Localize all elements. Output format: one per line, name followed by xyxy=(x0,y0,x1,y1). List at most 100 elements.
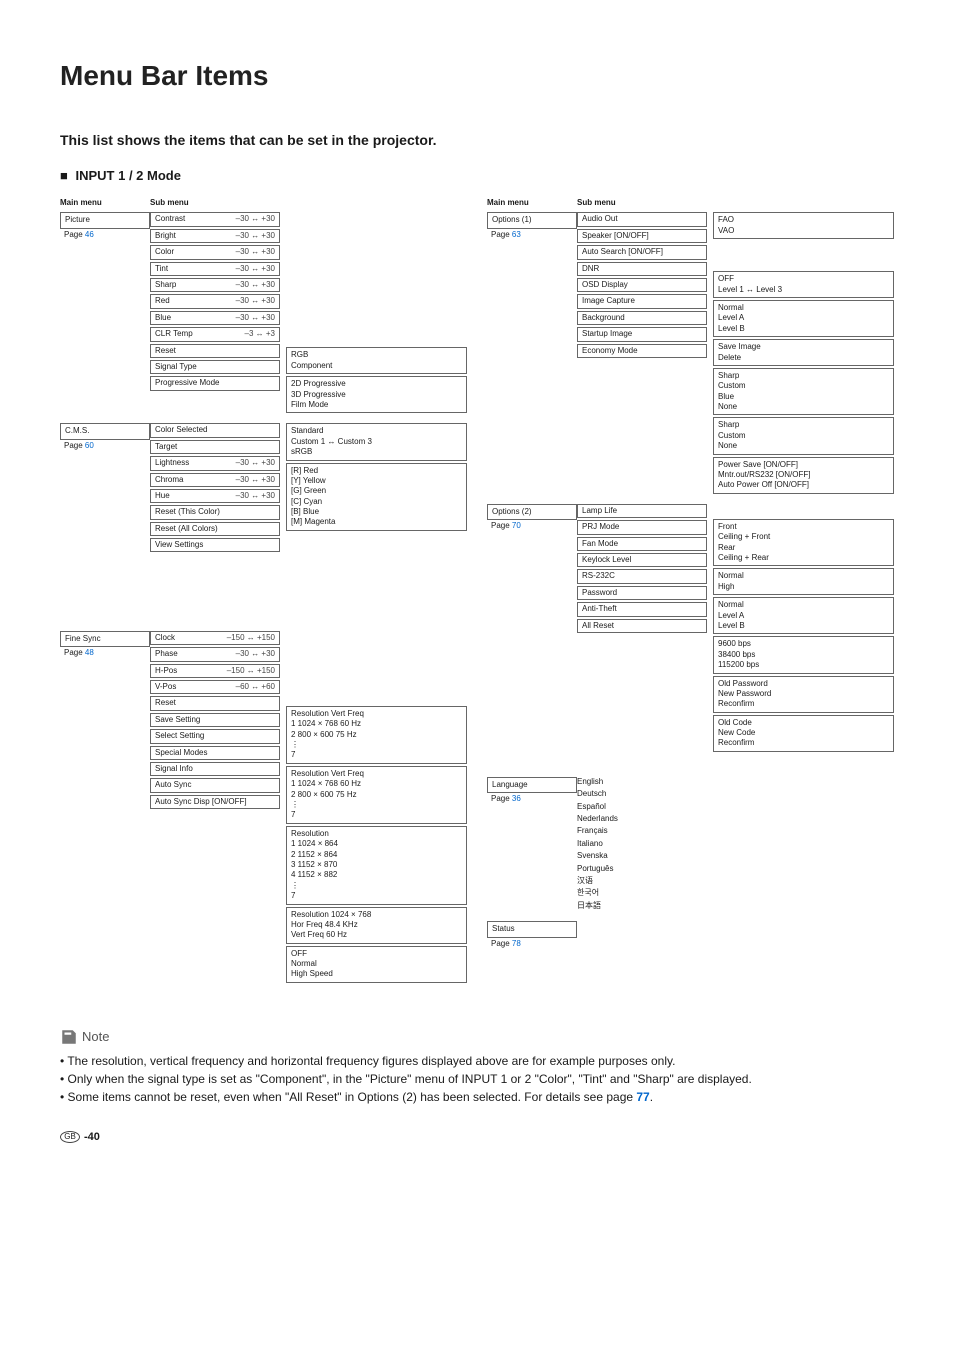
option-line: New Code xyxy=(718,728,889,738)
option-line: Reconfirm xyxy=(718,699,889,709)
option-line: [B] Blue xyxy=(291,507,462,517)
sub-item-label: OSD Display xyxy=(582,280,628,290)
options-block: Power Save [ON/OFF]Mntr.out/RS232 [ON/OF… xyxy=(713,457,894,494)
sub-menu-item: View Settings xyxy=(150,538,280,552)
option-line: 1 1024 × 768 60 Hz xyxy=(291,779,462,789)
option-line: 2D Progressive xyxy=(291,379,462,389)
option-line: Power Save [ON/OFF] xyxy=(718,460,889,470)
options-block: Save ImageDelete xyxy=(713,339,894,366)
sub-menu-item: Sharp–30 ↔ +30 xyxy=(150,278,280,292)
option-line: ⋮ xyxy=(291,881,462,891)
option-line: None xyxy=(718,402,889,412)
range-value: –30 ↔ +30 xyxy=(236,231,275,241)
sub-menu-item: All Reset xyxy=(577,619,707,633)
spacer xyxy=(286,593,467,606)
option-line: 9600 bps xyxy=(718,639,889,649)
option-line: Level A xyxy=(718,611,889,621)
option-line: Normal xyxy=(718,571,889,581)
option-line: 2 800 × 600 75 Hz xyxy=(291,730,462,740)
mode-heading: ■ INPUT 1 / 2 Mode xyxy=(60,168,894,183)
main-menu-label: Status xyxy=(487,921,577,937)
sub-menu-item: Image Capture xyxy=(577,294,707,308)
sub-item-label: Signal Type xyxy=(155,362,197,372)
option-line: Normal xyxy=(291,959,462,969)
options-block: Resolution 1024 × 768Hor Freq 48.4 KHzVe… xyxy=(286,907,467,944)
options-block: NormalLevel ALevel B xyxy=(713,300,894,337)
sub-menu-item: Audio Out xyxy=(577,212,707,226)
option-line: Resolution 1024 × 768 xyxy=(291,910,462,920)
page-link[interactable]: 77 xyxy=(636,1090,649,1104)
menu-section: PicturePage 46Contrast–30 ↔ +30Bright–30… xyxy=(60,212,467,413)
main-menu-box: Options (2)Page 70 xyxy=(487,504,577,532)
option-line: 1 1024 × 768 60 Hz xyxy=(291,719,462,729)
page-link[interactable]: 46 xyxy=(85,230,94,239)
option-line: Level 1 ↔ Level 3 xyxy=(718,285,889,295)
spacer xyxy=(713,504,894,517)
sub-item-label: Select Setting xyxy=(155,731,204,741)
option-line: ⋮ xyxy=(291,740,462,750)
sub-item-label: Fan Mode xyxy=(582,539,618,549)
intro-text: This list shows the items that can be se… xyxy=(60,132,894,148)
sub-item-label: Keylock Level xyxy=(582,555,631,565)
sub-menu-item: Auto Search [ON/OFF] xyxy=(577,245,707,259)
option-line: High xyxy=(718,582,889,592)
sub-menu-item: PRJ Mode xyxy=(577,520,707,534)
sub-menu-header: Sub menu xyxy=(150,198,280,208)
sub-item-label: Background xyxy=(582,313,625,323)
sub-menu-item: Lightness–30 ↔ +30 xyxy=(150,456,280,470)
gb-badge: GB xyxy=(60,1131,80,1143)
option-line: 38400 bps xyxy=(718,650,889,660)
sub-item-label: PRJ Mode xyxy=(582,522,619,532)
page-link[interactable]: 36 xyxy=(512,794,521,803)
sub-item-label: Lamp Life xyxy=(582,506,617,516)
sub-item-label: All Reset xyxy=(582,621,614,631)
page-link[interactable]: 78 xyxy=(512,939,521,948)
options-block: SharpCustomBlueNone xyxy=(713,368,894,416)
plain-option: Português xyxy=(577,864,707,874)
options-block: SharpCustomNone xyxy=(713,417,894,454)
options-block: Resolution Vert Freq1 1024 × 768 60 Hz2 … xyxy=(286,706,467,764)
sub-item-label: Hue xyxy=(155,491,170,501)
options-block: Resolution1 1024 × 8642 1152 × 8643 1152… xyxy=(286,826,467,905)
sub-menu-item: Select Setting xyxy=(150,729,280,743)
sub-item-label: Audio Out xyxy=(582,214,618,224)
sub-item-label: Chroma xyxy=(155,475,183,485)
page-number: -40 xyxy=(84,1131,100,1143)
option-line: Ceiling + Rear xyxy=(718,553,889,563)
sub-item-label: Speaker [ON/OFF] xyxy=(582,231,649,241)
sub-menu-item: Anti-Theft xyxy=(577,602,707,616)
spacer xyxy=(286,227,467,240)
sub-menu-item: Tint–30 ↔ +30 xyxy=(150,262,280,276)
option-line: Auto Power Off [ON/OFF] xyxy=(718,480,889,490)
main-menu-label: Picture xyxy=(60,212,150,228)
sub-menu-item: Special Modes xyxy=(150,746,280,760)
option-line: Normal xyxy=(718,303,889,313)
options-block: OFFNormalHigh Speed xyxy=(286,946,467,983)
options-block: StandardCustom 1 ↔ Custom 3sRGB xyxy=(286,423,467,460)
sub-item-label: Save Setting xyxy=(155,715,200,725)
sub-menu-item: Lamp Life xyxy=(577,504,707,518)
option-line: Custom 1 ↔ Custom 3 xyxy=(291,437,462,447)
sub-menu-item: Clock–150 ↔ +150 xyxy=(150,631,280,645)
options-block: NormalHigh xyxy=(713,568,894,595)
plain-option: Svenska xyxy=(577,851,707,861)
page-link[interactable]: 60 xyxy=(85,441,94,450)
page-link[interactable]: 48 xyxy=(85,648,94,657)
page-ref: Page 36 xyxy=(487,794,577,804)
page-link[interactable]: 70 xyxy=(512,521,521,530)
option-line: Resolution Vert Freq xyxy=(291,709,462,719)
page-link[interactable]: 63 xyxy=(512,230,521,239)
right-column-header: Main menu Sub menu xyxy=(487,198,894,208)
spacer xyxy=(286,646,467,659)
sub-menu-item: Fan Mode xyxy=(577,537,707,551)
sub-menu-item: Password xyxy=(577,586,707,600)
spacer xyxy=(713,241,894,254)
sub-menu-item: CLR Temp–3 ↔ +3 xyxy=(150,327,280,341)
range-value: –30 ↔ +30 xyxy=(236,458,275,468)
option-line: OFF xyxy=(291,949,462,959)
spacer xyxy=(286,563,467,576)
range-value: –30 ↔ +30 xyxy=(236,313,275,323)
option-line: RGB xyxy=(291,350,462,360)
sub-menu-item: Reset xyxy=(150,344,280,358)
sub-item-label: Target xyxy=(155,442,177,452)
